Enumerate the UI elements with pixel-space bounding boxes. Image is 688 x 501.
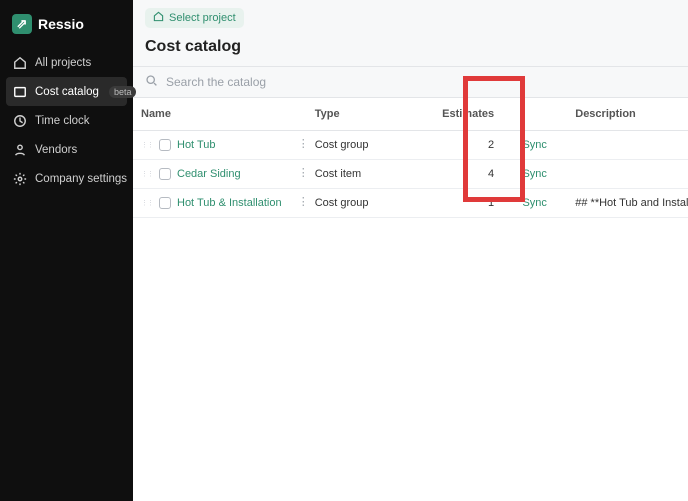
searchbar: [133, 66, 688, 98]
table-scroll[interactable]: Name Type Estimates Description Internal…: [133, 98, 688, 501]
drag-handle-icon[interactable]: ⋮⋮: [141, 142, 153, 149]
row-checkbox[interactable]: [159, 139, 171, 151]
row-estimates: 1: [394, 189, 503, 218]
catalog-icon: [12, 84, 27, 99]
home-small-icon: [153, 11, 164, 25]
row-more-icon[interactable]: [295, 195, 307, 208]
nav-vendors[interactable]: Vendors: [0, 135, 133, 164]
nav-all-projects[interactable]: All projects: [0, 48, 133, 77]
nav-time-clock[interactable]: Time clock: [0, 106, 133, 135]
row-sync-link[interactable]: Sync: [522, 168, 546, 180]
home-icon: [12, 55, 27, 70]
row-type: Cost group: [315, 139, 369, 151]
row-type: Cost group: [315, 197, 369, 209]
select-project-button[interactable]: Select project: [145, 8, 244, 28]
row-name-link[interactable]: Hot Tub & Installation: [177, 197, 282, 209]
row-sync-link[interactable]: Sync: [522, 139, 546, 151]
clock-icon: [12, 113, 27, 128]
nav-label: Cost catalog: [35, 86, 99, 98]
nav-label: Vendors: [35, 144, 77, 156]
nav-company-settings[interactable]: Company settings: [0, 164, 133, 193]
table-row[interactable]: ⋮⋮ Cedar Siding Cost item 4 Sync: [133, 160, 688, 189]
table-row[interactable]: ⋮⋮ Hot Tub Cost group 2 Sync: [133, 131, 688, 160]
row-type: Cost item: [315, 168, 361, 180]
topbar: Select project: [133, 0, 688, 28]
search-icon: [145, 74, 158, 90]
nav-label: All projects: [35, 57, 91, 69]
row-more-icon[interactable]: [295, 137, 307, 150]
cost-catalog-table: Name Type Estimates Description Internal…: [133, 98, 688, 218]
sidebar: ⇗ Ressio All projects Cost catalog beta …: [0, 0, 133, 501]
nav-label: Time clock: [35, 115, 90, 127]
row-checkbox[interactable]: [159, 197, 171, 209]
row-name-link[interactable]: Hot Tub: [177, 139, 216, 151]
th-description[interactable]: Description: [567, 98, 688, 131]
vendors-icon: [12, 142, 27, 157]
logo-text: Ressio: [38, 16, 84, 32]
row-description: [567, 160, 688, 189]
row-estimates: 4: [394, 160, 503, 189]
row-sync-link[interactable]: Sync: [522, 197, 546, 209]
th-name[interactable]: Name: [133, 98, 307, 131]
main: Select project Cost catalog Name Type Es…: [133, 0, 688, 501]
row-more-icon[interactable]: [295, 166, 307, 179]
row-checkbox[interactable]: [159, 168, 171, 180]
th-estimates[interactable]: Estimates: [394, 98, 503, 131]
nav-cost-catalog[interactable]: Cost catalog beta: [6, 77, 127, 106]
row-name-link[interactable]: Cedar Siding: [177, 168, 241, 180]
search-input[interactable]: [166, 75, 676, 89]
select-project-label: Select project: [169, 12, 236, 24]
th-sync: [502, 98, 567, 131]
drag-handle-icon[interactable]: ⋮⋮: [141, 171, 153, 178]
drag-handle-icon[interactable]: ⋮⋮: [141, 200, 153, 207]
gear-icon: [12, 171, 27, 186]
row-description: [567, 131, 688, 160]
nav-label: Company settings: [35, 173, 127, 185]
table-row[interactable]: ⋮⋮ Hot Tub & Installation Cost group 1 S…: [133, 189, 688, 218]
logo-mark-icon: ⇗: [12, 14, 32, 34]
page-title: Cost catalog: [133, 28, 688, 66]
th-type[interactable]: Type: [307, 98, 394, 131]
row-description: ## **Hot Tub and Installation O...: [567, 189, 688, 218]
logo: ⇗ Ressio: [0, 10, 133, 48]
row-estimates: 2: [394, 131, 503, 160]
